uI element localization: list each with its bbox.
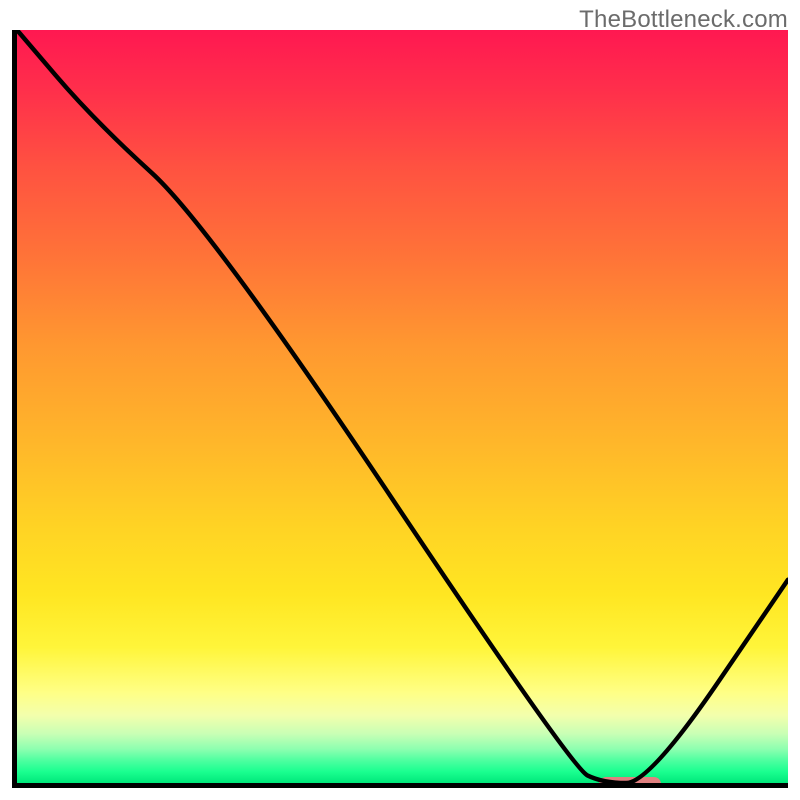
background-gradient	[17, 30, 788, 783]
chart-container: TheBottleneck.com	[0, 0, 800, 800]
plot-area	[12, 30, 788, 788]
